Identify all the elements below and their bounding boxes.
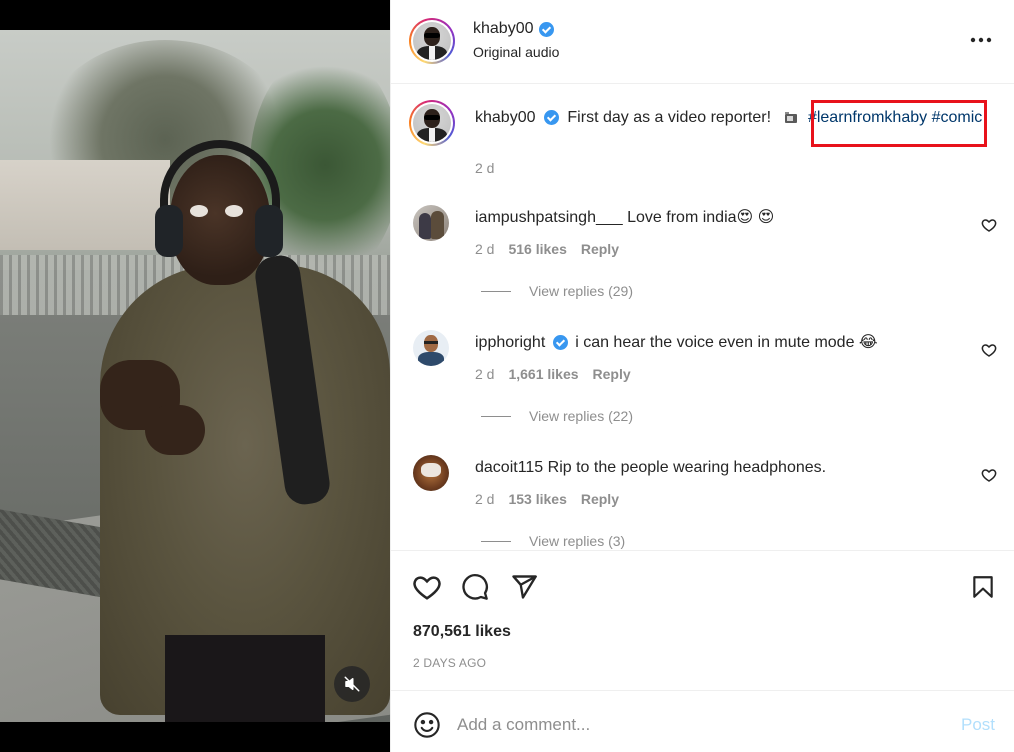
- person-pants: [165, 635, 325, 722]
- avatar-glasses: [424, 341, 438, 344]
- comments-list[interactable]: khaby00 First day as a video reporter! #…: [391, 85, 1014, 550]
- verified-icon: [538, 21, 554, 37]
- verified-icon: [552, 335, 568, 351]
- caption-author-avatar-inner: [411, 102, 453, 144]
- comment-time[interactable]: 2 d: [475, 241, 494, 257]
- commenter-avatar[interactable]: [413, 205, 449, 241]
- comment-button[interactable]: [459, 571, 491, 603]
- share-icon: [512, 575, 537, 599]
- comment-meta: 2 d 1,661 likes Reply: [475, 366, 631, 382]
- video-pane: [0, 0, 390, 752]
- post-date: 2 DAYS AGO: [413, 656, 487, 670]
- caption-author-avatar[interactable]: [409, 100, 455, 146]
- heart-icon[interactable]: [981, 467, 997, 483]
- avatar-sunglasses: [423, 115, 441, 120]
- commenter-username[interactable]: ipphoright: [475, 334, 545, 351]
- comment-time[interactable]: 2 d: [475, 491, 494, 507]
- comment-likes[interactable]: 153 likes: [508, 491, 566, 507]
- heart-icon: [413, 576, 441, 600]
- replies-divider: [481, 290, 511, 292]
- post-header: khaby00 Original audio: [391, 0, 1014, 84]
- view-replies-button[interactable]: View replies (22): [481, 408, 633, 424]
- post-actions: 870,561 likes 2 DAYS AGO: [391, 550, 1014, 690]
- emoji-icon[interactable]: [413, 711, 441, 739]
- video-person: [95, 135, 390, 722]
- reply-button[interactable]: Reply: [581, 241, 619, 257]
- headphone-cup: [155, 205, 183, 257]
- bookmark-icon: [973, 576, 993, 598]
- comment-input[interactable]: [457, 711, 937, 739]
- comment-time[interactable]: 2 d: [475, 366, 494, 382]
- comment-likes[interactable]: 1,661 likes: [508, 366, 578, 382]
- replies-divider: [481, 540, 511, 542]
- more-options-button[interactable]: [968, 28, 994, 52]
- commenter-username[interactable]: dacoit115: [475, 459, 543, 476]
- reel-video[interactable]: [0, 30, 390, 722]
- commenter-avatar[interactable]: [413, 455, 449, 491]
- avatar-figure: [431, 211, 444, 239]
- author-avatar-image: [413, 22, 451, 60]
- caption-timestamp[interactable]: 2 d: [475, 160, 494, 176]
- post-comment-button[interactable]: Post: [961, 715, 995, 735]
- view-replies-button[interactable]: View replies (29): [481, 283, 633, 299]
- reply-button[interactable]: Reply: [581, 491, 619, 507]
- comment-meta: 2 d 153 likes Reply: [475, 491, 619, 507]
- comment-meta: 2 d 516 likes Reply: [475, 241, 619, 257]
- avatar-body: [418, 352, 444, 366]
- comment-text: dacoit115 Rip to the people wearing head…: [475, 457, 955, 479]
- caption-author-avatar-image: [413, 104, 451, 142]
- comment-body: i can hear the voice even in mute mode 😂: [575, 334, 878, 351]
- caption-username[interactable]: khaby00: [475, 109, 536, 126]
- save-button[interactable]: [967, 571, 999, 603]
- like-count[interactable]: 870,561 likes: [413, 623, 511, 641]
- headphone-cup: [255, 205, 283, 257]
- mute-button[interactable]: [334, 666, 370, 702]
- comment-body: Rip to the people wearing headphones.: [547, 459, 827, 476]
- comment-item: ipphoright i can hear the voice even in …: [391, 322, 1014, 432]
- comment-item: dacoit115 Rip to the people wearing head…: [391, 447, 1014, 550]
- heart-icon[interactable]: [981, 342, 997, 358]
- verified-icon: [543, 110, 559, 126]
- audio-label[interactable]: Original audio: [473, 44, 559, 60]
- author-username[interactable]: khaby00: [473, 20, 534, 38]
- avatar-sunglasses: [423, 33, 441, 38]
- author-avatar[interactable]: [409, 18, 455, 64]
- comment-item: iampushpatsingh___ Love from india😍 😍 2 …: [391, 197, 1014, 307]
- share-button[interactable]: [508, 571, 540, 603]
- avatar-shirt: [428, 127, 436, 142]
- replies-divider: [481, 415, 511, 417]
- comment-text: iampushpatsingh___ Love from india😍 😍: [475, 207, 955, 229]
- reply-button[interactable]: Reply: [593, 366, 631, 382]
- mute-icon: [344, 676, 360, 692]
- commenter-avatar[interactable]: [413, 330, 449, 366]
- more-horizontal-icon: [970, 37, 992, 43]
- heart-icon[interactable]: [981, 217, 997, 233]
- caption-body: First day as a video reporter!: [567, 109, 772, 126]
- comment-composer: Post: [391, 690, 1014, 752]
- like-button[interactable]: [411, 571, 443, 603]
- commenter-username[interactable]: iampushpatsingh___: [475, 209, 623, 226]
- avatar-shirt: [428, 45, 436, 60]
- avatar-detail: [421, 463, 441, 477]
- comment-likes[interactable]: 516 likes: [508, 241, 566, 257]
- view-replies-label: View replies (3): [529, 533, 626, 549]
- annotation-highlight-box: [811, 100, 987, 147]
- view-replies-label: View replies (22): [529, 408, 634, 424]
- view-replies-label: View replies (29): [529, 283, 634, 299]
- author-name-row: khaby00: [473, 20, 554, 38]
- avatar-figure: [419, 213, 431, 239]
- post-panel: khaby00 Original audio khaby00 First day…: [390, 0, 1014, 752]
- person-hands: [145, 405, 205, 455]
- view-replies-button[interactable]: View replies (3): [481, 533, 625, 549]
- author-avatar-inner: [411, 20, 453, 62]
- film-icon: [784, 111, 797, 123]
- comment-icon: [462, 574, 488, 600]
- comment-text: ipphoright i can hear the voice even in …: [475, 332, 955, 354]
- comment-body: Love from india😍 😍: [627, 209, 775, 226]
